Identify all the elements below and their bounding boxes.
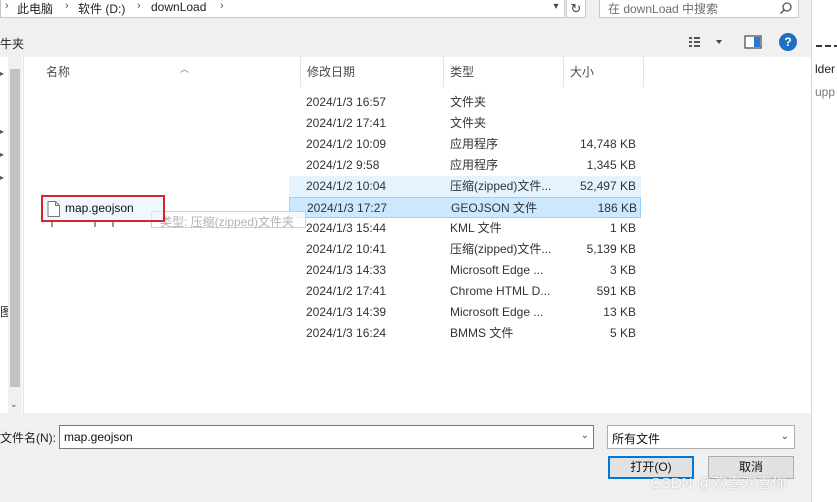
background-text: lder bbox=[815, 62, 836, 76]
file-type: Microsoft Edge ... bbox=[450, 263, 544, 277]
breadcrumb-drive-d[interactable]: 软件 (D:) bbox=[78, 0, 125, 17]
file-size: 1,345 KB bbox=[586, 158, 636, 172]
breadcrumb-download[interactable]: downLoad bbox=[151, 0, 206, 14]
file-row[interactable]: 2024/1/3 14:39 Microsoft Edge ... 13 KB bbox=[24, 302, 811, 323]
file-icon bbox=[47, 201, 60, 217]
background-window: lder upp bbox=[811, 0, 837, 502]
breadcrumb-separator-icon: › bbox=[5, 0, 9, 12]
file-size: 52,497 KB bbox=[579, 179, 636, 193]
file-date: 2024/1/3 16:24 bbox=[306, 326, 387, 340]
file-type: BMMS 文件 bbox=[450, 326, 514, 340]
scroll-down-icon[interactable]: ⌄ bbox=[10, 399, 18, 410]
column-header-name[interactable]: 名称 ︿ bbox=[40, 57, 300, 87]
file-row[interactable]: 2024/1/3 14:33 Microsoft Edge ... 3 KB bbox=[24, 260, 811, 281]
nav-scrollbar-thumb[interactable] bbox=[10, 69, 20, 387]
file-row[interactable]: 2024/1/2 10:09 应用程序 14,748 KB bbox=[24, 134, 811, 155]
file-size bbox=[560, 113, 636, 134]
file-name-value[interactable]: map.geojson bbox=[64, 430, 133, 444]
file-date: 2024/1/2 17:41 bbox=[306, 284, 387, 298]
breadcrumb-this-pc[interactable]: 此电脑 bbox=[17, 0, 53, 17]
file-row[interactable]: 2024/1/2 10:41 压缩(zipped)文件... 5,139 KB bbox=[24, 239, 811, 260]
file-size: 13 KB bbox=[603, 305, 636, 319]
file-type: 文件夹 bbox=[450, 116, 487, 130]
search-input[interactable]: 在 downLoad 中搜索 bbox=[599, 0, 799, 18]
column-header-type[interactable]: 类型 bbox=[444, 57, 564, 87]
expand-arrow-icon[interactable]: ▸ bbox=[0, 127, 4, 136]
file-open-dialog: › 此电脑 › 软件 (D:) › downLoad › ▾ ↻ 在 downL… bbox=[0, 0, 811, 502]
file-date: 2024/1/3 14:39 bbox=[306, 305, 387, 319]
drag-ghost-trail bbox=[51, 221, 114, 227]
column-header-date[interactable]: 修改日期 bbox=[300, 57, 444, 87]
column-header-size[interactable]: 大小 bbox=[564, 57, 644, 87]
file-type: KML 文件 bbox=[450, 221, 502, 235]
chevron-down-icon[interactable]: ⌄ bbox=[781, 431, 789, 442]
search-icon[interactable] bbox=[779, 1, 793, 15]
file-type: GEOJSON 文件 bbox=[451, 201, 538, 215]
file-type-value: 所有文件 bbox=[612, 432, 661, 446]
file-date: 2024/1/2 10:09 bbox=[306, 137, 387, 151]
file-date: 2024/1/3 16:57 bbox=[306, 95, 387, 109]
file-type: 应用程序 bbox=[450, 158, 499, 172]
background-divider bbox=[816, 45, 837, 47]
file-name-label: 文件名(N): bbox=[0, 431, 56, 445]
file-row[interactable]: 2024/1/3 17:27 GEOJSON 文件 186 KB bbox=[289, 197, 641, 218]
breadcrumb-separator-icon: › bbox=[137, 0, 141, 12]
expand-arrow-icon[interactable]: ▸ bbox=[0, 173, 4, 182]
file-row[interactable]: 2024/1/2 9:58 应用程序 1,345 KB bbox=[24, 155, 811, 176]
watermark: CSDN @欢喜欢喜你 bbox=[650, 475, 787, 492]
view-options-icon[interactable] bbox=[688, 34, 728, 50]
expand-arrow-icon[interactable]: ▸ bbox=[0, 69, 4, 78]
file-row[interactable]: 2024/1/2 10:04 压缩(zipped)文件... 52,497 KB bbox=[289, 176, 641, 197]
file-size bbox=[560, 92, 636, 113]
file-date: 2024/1/3 15:44 bbox=[306, 221, 387, 235]
file-date: 2024/1/3 14:33 bbox=[306, 263, 387, 277]
file-list[interactable]: 名称 ︿ 修改日期 类型 大小 2024/1/3 16:57 文件夹 2024/1/… bbox=[24, 57, 811, 413]
file-type: Microsoft Edge ... bbox=[450, 305, 544, 319]
file-date: 2024/1/2 9:58 bbox=[306, 158, 380, 172]
dragged-file-item[interactable]: map.geojson bbox=[41, 195, 165, 222]
file-size: 186 KB bbox=[597, 201, 637, 215]
navigation-pane: ▸ ▸ ▸ ▸ 图 ⌄ bbox=[0, 57, 24, 413]
file-type: 应用程序 bbox=[450, 137, 499, 151]
address-bar[interactable]: › 此电脑 › 软件 (D:) › downLoad › ▾ bbox=[0, 0, 565, 18]
file-size: 591 KB bbox=[596, 284, 636, 298]
expand-arrow-icon[interactable]: ▸ bbox=[0, 150, 4, 159]
file-type-select[interactable]: 所有文件 ⌄ bbox=[607, 425, 795, 449]
file-row[interactable]: 2024/1/2 17:41 文件夹 bbox=[24, 113, 811, 134]
file-date: 2024/1/2 10:41 bbox=[306, 242, 387, 256]
file-type: 压缩(zipped)文件... bbox=[450, 179, 552, 193]
file-size: 1 KB bbox=[609, 221, 636, 235]
breadcrumb-separator-icon: › bbox=[65, 0, 69, 12]
file-date: 2024/1/2 10:04 bbox=[306, 179, 387, 193]
file-name-input[interactable]: map.geojson ⌄ bbox=[59, 425, 594, 449]
file-date: 2024/1/2 17:41 bbox=[306, 116, 387, 130]
toolbar: 牛夹 bbox=[0, 27, 811, 57]
help-button[interactable]: ? bbox=[779, 33, 797, 51]
file-size: 14,748 KB bbox=[579, 137, 636, 151]
file-row[interactable]: 2024/1/3 16:57 文件夹 bbox=[24, 92, 811, 113]
breadcrumb-separator-icon: › bbox=[220, 0, 224, 12]
dragged-file-name: map.geojson bbox=[65, 201, 134, 215]
file-type: 文件夹 bbox=[450, 95, 487, 109]
column-header-name-label: 名称 bbox=[46, 65, 71, 79]
search-placeholder: 在 downLoad 中搜索 bbox=[608, 2, 719, 16]
file-size: 5 KB bbox=[609, 326, 636, 340]
file-row[interactable]: 2024/1/3 16:24 BMMS 文件 5 KB bbox=[24, 323, 811, 344]
file-date: 2024/1/3 17:27 bbox=[307, 201, 388, 215]
sort-ascending-icon: ︿ bbox=[180, 64, 190, 74]
file-size: 5,139 KB bbox=[586, 242, 636, 256]
preview-pane-icon[interactable] bbox=[744, 34, 762, 50]
drag-tooltip-text: 类型: 压缩(zipped)文件夹 bbox=[160, 215, 295, 229]
refresh-button[interactable]: ↻ bbox=[566, 0, 586, 18]
refresh-icon: ↻ bbox=[570, 1, 582, 16]
file-size: 3 KB bbox=[609, 263, 636, 277]
chevron-down-icon[interactable]: ▾ bbox=[549, 1, 563, 12]
file-type: Chrome HTML D... bbox=[450, 284, 551, 298]
new-folder-button[interactable]: 牛夹 bbox=[0, 35, 24, 52]
file-type: 压缩(zipped)文件... bbox=[450, 242, 552, 256]
file-row[interactable]: 2024/1/2 17:41 Chrome HTML D... 591 KB bbox=[24, 281, 811, 302]
chevron-down-icon[interactable]: ⌄ bbox=[581, 430, 589, 441]
drag-tooltip: 类型: 压缩(zipped)文件夹 bbox=[151, 211, 306, 229]
background-text: upp bbox=[815, 85, 836, 99]
